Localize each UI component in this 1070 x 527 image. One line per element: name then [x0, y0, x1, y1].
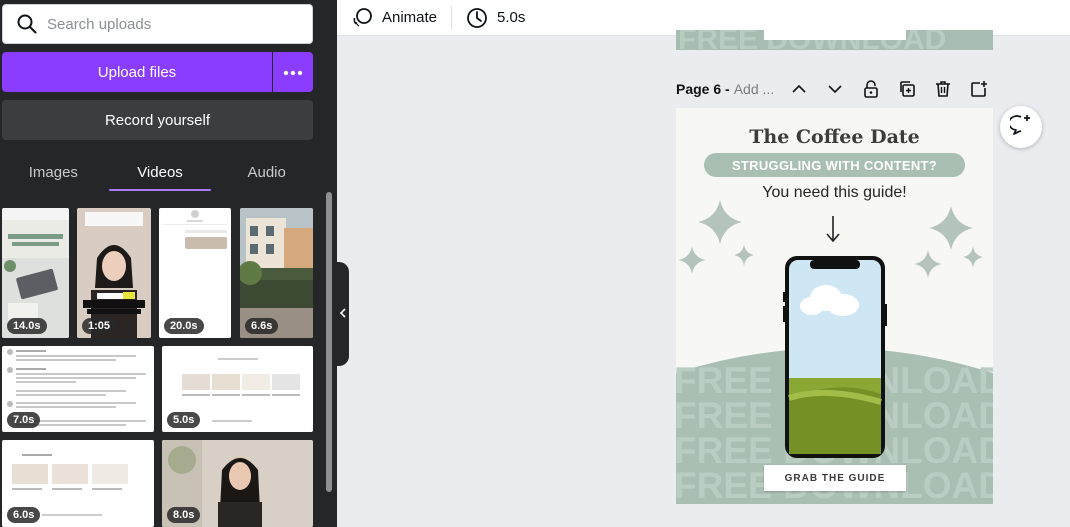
tab-videos[interactable]: Videos — [107, 150, 214, 194]
more-dots-icon — [283, 63, 303, 81]
uploads-panel: Upload files Record yourself Images Vide… — [0, 0, 337, 527]
collapse-panel-button[interactable] — [337, 262, 349, 366]
page-number-label: Page 6 - — [676, 81, 730, 97]
chevron-left-icon — [339, 305, 347, 323]
animate-icon — [351, 7, 373, 29]
design-page[interactable]: FREE DOWNLOAD FREE DOWNLOAD FREE DOWNLOA… — [676, 108, 993, 504]
duration-button[interactable]: 5.0s — [452, 0, 539, 35]
video-duration: 14.0s — [7, 318, 47, 334]
comment-add-icon — [1008, 114, 1032, 141]
video-duration: 20.0s — [164, 318, 204, 334]
clock-icon — [466, 7, 488, 29]
video-duration: 8.0s — [167, 507, 201, 523]
video-thumbnail[interactable]: 5.0s — [162, 346, 313, 432]
duration-label: 5.0s — [497, 9, 526, 26]
add-comment-button[interactable] — [1000, 106, 1042, 148]
video-thumbnail[interactable]: 14.0s — [2, 208, 69, 338]
search-icon — [16, 13, 38, 35]
upload-more-button[interactable] — [273, 52, 313, 92]
upload-files-button[interactable]: Upload files — [2, 52, 272, 92]
video-duration: 5.0s — [167, 412, 201, 428]
chevron-up-icon[interactable] — [788, 78, 810, 100]
lock-icon[interactable] — [860, 78, 882, 100]
chevron-down-icon[interactable] — [824, 78, 846, 100]
search-box[interactable] — [2, 4, 313, 44]
design-banner[interactable]: STRUGGLING WITH CONTENT? — [704, 153, 965, 177]
video-duration: 6.6s — [245, 318, 279, 334]
animate-label: Animate — [382, 9, 438, 26]
video-thumbnail[interactable]: 6.0s — [2, 440, 154, 527]
record-yourself-button[interactable]: Record yourself — [2, 100, 313, 140]
video-thumbnail[interactable]: 8.0s — [162, 440, 313, 527]
trash-icon[interactable] — [932, 78, 954, 100]
previous-page-preview[interactable]: FREE DOWNLOAD — [676, 30, 993, 50]
video-thumbnail[interactable]: 7.0s — [2, 346, 154, 432]
video-duration: 1:05 — [82, 318, 117, 334]
design-title[interactable]: The Coffee Date — [676, 126, 993, 148]
duplicate-page-icon[interactable] — [896, 78, 918, 100]
tab-audio[interactable]: Audio — [213, 150, 320, 194]
search-input[interactable] — [47, 15, 287, 33]
panel-scrollbar[interactable] — [326, 192, 332, 492]
video-duration: 7.0s — [7, 412, 41, 428]
video-duration: 6.0s — [7, 507, 41, 523]
animate-button[interactable]: Animate — [337, 0, 451, 35]
video-thumbnail[interactable]: 20.0s — [159, 208, 231, 338]
add-page-icon[interactable] — [968, 78, 990, 100]
design-subtitle[interactable]: You need this guide! — [676, 184, 993, 202]
page-title-input[interactable]: Add ... — [734, 81, 774, 97]
grab-guide-button[interactable]: GRAB THE GUIDE — [764, 465, 906, 491]
video-thumbnail[interactable]: 6.6s — [240, 208, 313, 338]
video-thumbnail[interactable]: 1:05 — [77, 208, 151, 338]
tab-images[interactable]: Images — [0, 150, 107, 194]
